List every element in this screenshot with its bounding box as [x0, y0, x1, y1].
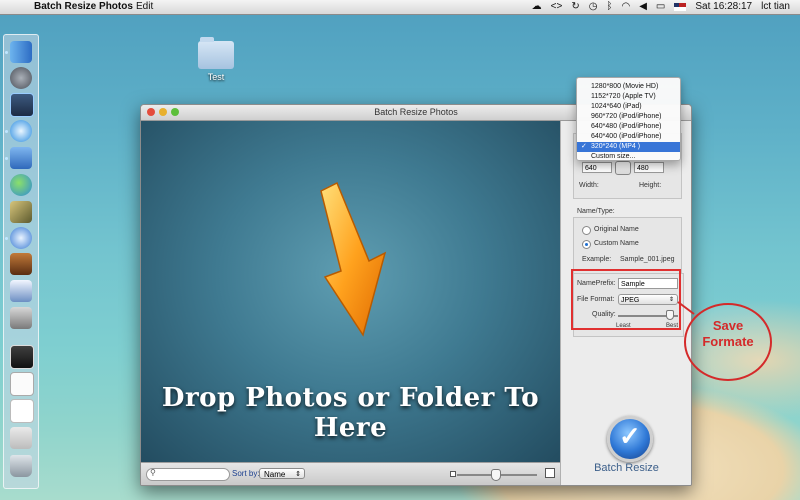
width-input[interactable]: 640 — [582, 162, 612, 173]
sort-label: Sort by: — [232, 469, 260, 478]
safari-icon[interactable] — [10, 120, 32, 142]
size-preset-option[interactable]: 960*720 (iPod/iPhone) — [577, 112, 680, 122]
search-field[interactable]: ⚲ — [146, 468, 230, 481]
document-icon[interactable] — [10, 372, 34, 396]
height-input[interactable]: 480 — [634, 162, 664, 173]
callout-line-2: Formate — [702, 334, 754, 349]
launchpad-icon[interactable] — [10, 67, 32, 89]
drop-instructions: Drop Photos or Folder To Here — [161, 383, 540, 443]
status-area: ☁ <> ↻ ◷ ᛒ ◠ ◀ ▭ Sat 16:28:17 lct tian — [532, 1, 790, 12]
custom-name-label[interactable]: Custom Name — [594, 240, 639, 247]
size-preset-option[interactable]: 1152*720 (Apple TV) — [577, 92, 680, 102]
original-name-label[interactable]: Original Name — [594, 226, 639, 233]
callout-pointer — [677, 301, 695, 315]
size-preset-label: 1024*640 (iPad) — [591, 103, 642, 110]
batch-resize-dock-icon[interactable] — [10, 227, 32, 249]
folder-icon — [198, 37, 234, 69]
height-value: 480 — [637, 165, 649, 172]
callout-line-1: Save — [712, 318, 744, 333]
size-preset-option[interactable]: 640*480 (iPod/iPhone) — [577, 122, 680, 132]
activity-monitor-icon[interactable] — [10, 93, 34, 117]
custom-name-radio[interactable] — [582, 240, 591, 249]
down-arrow-icon — [320, 181, 387, 337]
zoom-in-icon[interactable] — [545, 468, 555, 478]
close-button[interactable] — [147, 108, 155, 116]
sort-select[interactable]: Name ⇕ — [259, 468, 305, 479]
edit-menu[interactable]: Edit — [136, 1, 153, 12]
height-label: Height: — [639, 182, 662, 189]
volume-icon[interactable]: ◀ — [639, 1, 647, 12]
annotation-highlight-box — [571, 269, 681, 330]
size-preset-label: 640*400 (iPod/iPhone) — [591, 133, 662, 140]
size-preset-label: Custom size... — [591, 153, 636, 160]
bluetooth-icon[interactable]: ᛒ — [606, 1, 612, 12]
size-preset-label: 640*480 (iPod/iPhone) — [591, 123, 662, 130]
code-icon[interactable]: <> — [551, 1, 563, 12]
width-label: Width: — [579, 182, 599, 189]
input-source-flag-icon[interactable] — [674, 2, 687, 11]
photo-booth-icon[interactable] — [10, 307, 32, 329]
screenshot-icon[interactable] — [10, 345, 34, 369]
running-indicator — [5, 157, 8, 160]
utility-icon[interactable] — [10, 201, 32, 223]
desktop-folder[interactable]: Test — [196, 37, 236, 85]
size-preset-option[interactable]: Custom size... — [577, 152, 680, 162]
bottom-toolbar: ⚲ Sort by: Name ⇕ — [141, 462, 560, 485]
zoom-out-icon[interactable] — [450, 471, 456, 477]
downloads-icon[interactable] — [10, 427, 32, 449]
running-indicator — [5, 237, 8, 240]
link-size-button[interactable] — [615, 161, 631, 175]
folder-label: Test — [207, 72, 225, 82]
running-indicator — [5, 51, 8, 54]
sort-value: Name — [264, 470, 286, 479]
menu-bar: Batch Resize Photos Edit ☁ <> ↻ ◷ ᛒ ◠ ◀ … — [0, 0, 800, 15]
wifi-icon[interactable]: ◠ — [621, 1, 630, 12]
example-label: Example: — [582, 256, 612, 263]
xcode-icon[interactable] — [10, 147, 32, 169]
minimize-button[interactable] — [159, 108, 167, 116]
desktop: Batch Resize Photos Edit ☁ <> ↻ ◷ ᛒ ◠ ◀ … — [0, 0, 800, 500]
stepper-icon: ⇕ — [295, 471, 301, 478]
messenger-icon[interactable] — [10, 174, 32, 196]
batch-resize-label[interactable]: Batch Resize — [561, 462, 691, 474]
size-preset-option[interactable]: 640*400 (iPod/iPhone) — [577, 132, 680, 142]
batch-resize-button[interactable]: ✓ — [607, 416, 653, 462]
running-indicator — [5, 130, 8, 133]
drop-area[interactable]: Drop Photos or Folder To Here — [141, 121, 560, 462]
size-preset-label: 960*720 (iPod/iPhone) — [591, 113, 662, 120]
zoom-button[interactable] — [171, 108, 179, 116]
size-preset-option[interactable]: 1280*800 (Movie HD) — [577, 82, 680, 92]
width-value: 640 — [585, 165, 597, 172]
window-title: Batch Resize Photos — [374, 107, 458, 117]
cloud-icon[interactable]: ☁ — [532, 1, 542, 12]
clock-icon[interactable]: ◷ — [589, 1, 598, 12]
preview-icon[interactable] — [10, 280, 32, 302]
size-preset-menu[interactable]: 1280*800 (Movie HD) 1152*720 (Apple TV) 10… — [576, 77, 681, 161]
photo-app-icon[interactable] — [10, 253, 32, 275]
size-preset-option[interactable]: 1024*640 (iPad) — [577, 102, 680, 112]
size-preset-option[interactable]: ✓ 320*240 (MP4 ) — [577, 142, 680, 152]
battery-icon[interactable]: ▭ — [656, 1, 665, 12]
checkmark-icon: ✓ — [619, 421, 641, 451]
sync-icon[interactable]: ↻ — [571, 1, 579, 12]
size-preset-label: 320*240 (MP4 ) — [591, 143, 641, 150]
size-preset-label: 1280*800 (Movie HD) — [591, 83, 659, 90]
menu-clock[interactable]: Sat 16:28:17 — [695, 1, 752, 12]
original-name-radio[interactable] — [582, 226, 591, 235]
dock — [3, 34, 39, 489]
thumbnail-size-slider[interactable] — [491, 469, 501, 481]
search-icon: ⚲ — [150, 468, 156, 477]
checkmark-icon: ✓ — [581, 143, 587, 150]
name-type-label: Name/Type: — [577, 208, 615, 215]
blank-document-icon[interactable] — [10, 399, 34, 423]
app-menu[interactable]: Batch Resize Photos — [34, 1, 133, 12]
user-name[interactable]: lct tian — [761, 1, 790, 12]
annotation-callout: Save Formate — [684, 303, 772, 381]
example-value: Sample_001.jpeg — [620, 256, 675, 263]
trash-icon[interactable] — [10, 455, 32, 477]
size-preset-label: 1152*720 (Apple TV) — [591, 93, 656, 100]
finder-icon[interactable] — [10, 41, 32, 63]
